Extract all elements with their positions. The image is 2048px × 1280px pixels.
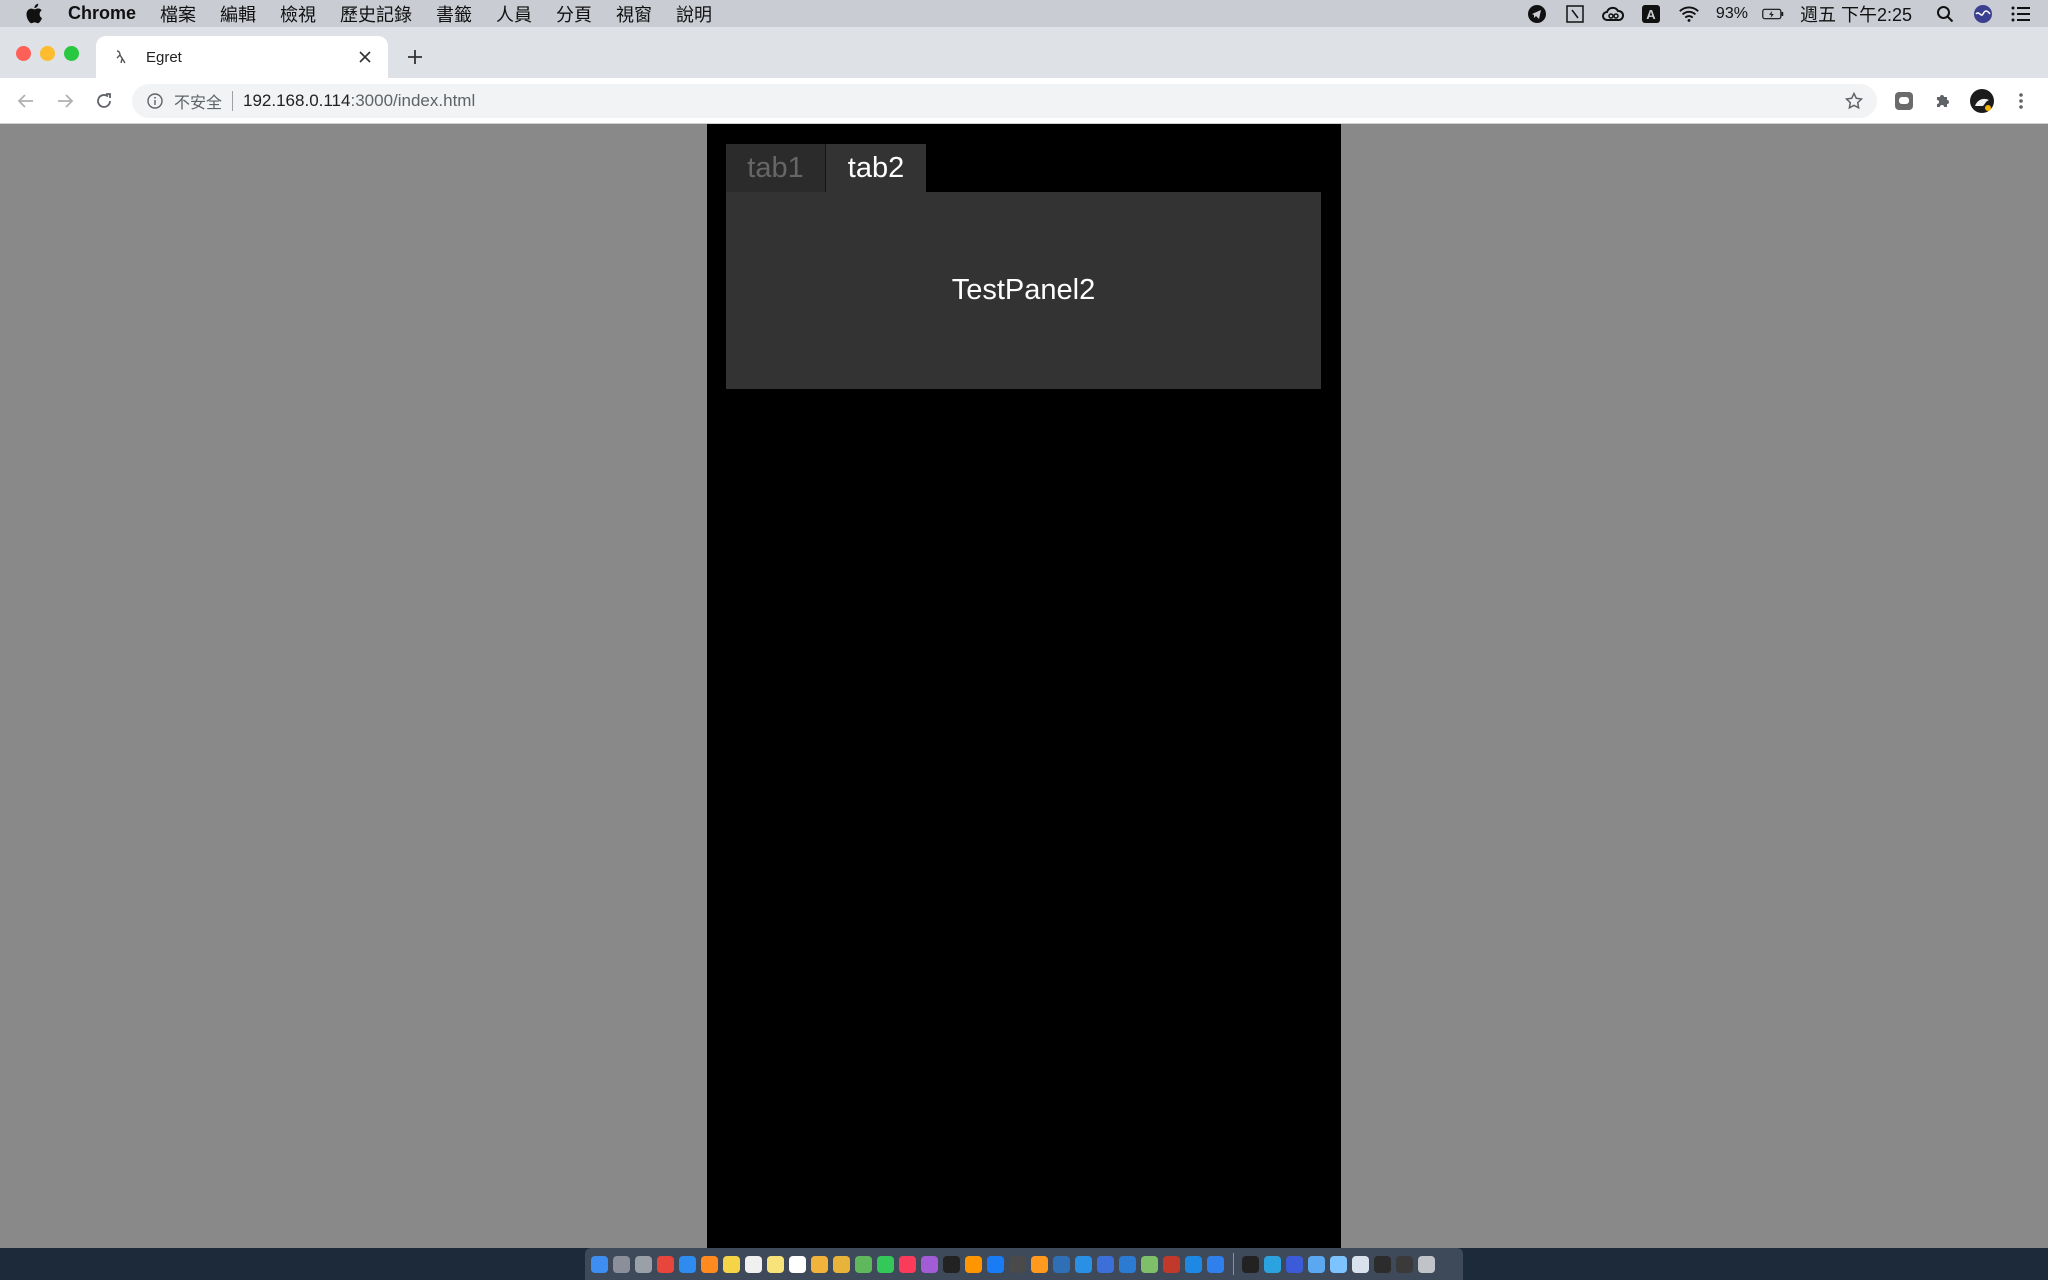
input-method-icon[interactable]: A: [1640, 3, 1662, 25]
dock-music-icon[interactable]: [899, 1255, 916, 1273]
dock-telegram-icon[interactable]: [1264, 1255, 1281, 1273]
menu-tab[interactable]: 分頁: [556, 1, 592, 27]
url-host: 192.168.0.114: [243, 91, 351, 110]
bookmark-star-icon[interactable]: [1843, 90, 1865, 112]
dock-divider: [1233, 1253, 1234, 1275]
extensions-puzzle-icon[interactable]: [1930, 88, 1956, 114]
menu-history[interactable]: 歷史記錄: [340, 1, 412, 27]
menu-help[interactable]: 說明: [676, 1, 712, 27]
test-panel: TestPanel2: [726, 192, 1321, 389]
menu-bar: Chrome 檔案 編輯 檢視 歷史記錄 書籤 人員 分頁 視窗 說明 A 93…: [0, 0, 2048, 27]
browser-toolbar: 不安全 192.168.0.114 :3000/index.html: [0, 78, 2048, 124]
dock-xcode-icon[interactable]: [1075, 1255, 1092, 1273]
chrome-menu-icon[interactable]: [2008, 88, 2034, 114]
apple-logo-icon[interactable]: [24, 3, 44, 25]
dock-trash-icon[interactable]: [1418, 1255, 1435, 1273]
address-bar[interactable]: 不安全 192.168.0.114 :3000/index.html: [132, 84, 1877, 118]
dock-sublime-text-icon[interactable]: [1031, 1255, 1048, 1273]
dock-safari-icon[interactable]: [679, 1255, 696, 1273]
dock-apple-tv-icon[interactable]: [943, 1255, 960, 1273]
dock-reminders-icon[interactable]: [789, 1255, 806, 1273]
not-secure-label[interactable]: 不安全: [174, 89, 222, 113]
dock-mail-icon[interactable]: [1352, 1255, 1369, 1273]
dock-launchpad-icon[interactable]: [613, 1255, 630, 1273]
browser-tab-egret[interactable]: Egret: [96, 36, 388, 78]
dock-folder-icon[interactable]: [1308, 1255, 1325, 1273]
reload-icon[interactable]: [91, 88, 117, 114]
back-arrow-icon[interactable]: [13, 88, 39, 114]
dock-calendar-icon[interactable]: [745, 1255, 762, 1273]
site-info-icon[interactable]: [146, 92, 164, 110]
profile-avatar[interactable]: [1969, 88, 1995, 114]
dock-network-utility-icon[interactable]: [1141, 1255, 1158, 1273]
window-close-button[interactable]: [16, 46, 31, 61]
game-tab-bar: tab1 tab2: [726, 144, 926, 192]
forward-arrow-icon[interactable]: [52, 88, 78, 114]
dock-chrome-canary-icon[interactable]: [833, 1255, 850, 1273]
dock-terminal-icon[interactable]: [1242, 1255, 1259, 1273]
egret-favicon-icon: [112, 48, 130, 66]
dock-photos-icon[interactable]: [811, 1255, 828, 1273]
dock-simulator-icon[interactable]: [1097, 1255, 1114, 1273]
creative-cloud-icon[interactable]: [1601, 3, 1624, 25]
menu-people[interactable]: 人員: [496, 1, 532, 27]
dock-notes-yellow-icon[interactable]: [767, 1255, 784, 1273]
dock-maps-icon[interactable]: [855, 1255, 872, 1273]
page-viewport: tab1 tab2 TestPanel2: [0, 124, 2048, 1248]
dock-firefox-icon[interactable]: [701, 1255, 718, 1273]
dock-system-preferences-icon[interactable]: [635, 1255, 652, 1273]
menu-app-chrome[interactable]: Chrome: [68, 3, 136, 24]
dock-finder-icon[interactable]: [591, 1255, 608, 1273]
dock-egret-wing-icon[interactable]: [1185, 1255, 1202, 1273]
dock-messages-icon[interactable]: [877, 1255, 894, 1273]
line-extension-icon[interactable]: [1891, 88, 1917, 114]
desktop-bottom: [0, 1248, 2048, 1280]
menu-file[interactable]: 檔案: [160, 1, 196, 27]
dock-chrome-icon[interactable]: [657, 1255, 674, 1273]
dock-sourcetree-icon[interactable]: [1119, 1255, 1136, 1273]
tab-title: Egret: [146, 48, 182, 66]
svg-text:A: A: [1646, 7, 1656, 22]
dock-virtualbox-icon[interactable]: [1053, 1255, 1070, 1273]
dock-xcode-instruments-icon[interactable]: [1286, 1255, 1303, 1273]
dock-books-icon[interactable]: [965, 1255, 982, 1273]
dock-notes-icon[interactable]: [723, 1255, 740, 1273]
notification-center-icon[interactable]: [2010, 3, 2032, 25]
dock-podcasts-icon[interactable]: [921, 1255, 938, 1273]
menu-bookmarks[interactable]: 書籤: [436, 1, 472, 27]
browser-chrome: Egret 不安全 192.168.0.114 :3000/index.html: [0, 27, 2048, 124]
window-minimize-button[interactable]: [40, 46, 55, 61]
window-zoom-button[interactable]: [64, 46, 79, 61]
menu-edit[interactable]: 編輯: [220, 1, 256, 27]
siri-icon[interactable]: [1972, 3, 1994, 25]
game-tab-2[interactable]: tab2: [826, 144, 926, 192]
menu-window[interactable]: 視窗: [616, 1, 652, 27]
dock-filezilla-icon[interactable]: [1163, 1255, 1180, 1273]
wifi-icon[interactable]: [1678, 3, 1700, 25]
egret-status-icon[interactable]: [1564, 3, 1586, 25]
dock-display-icon[interactable]: [1396, 1255, 1413, 1273]
battery-percent: 93%: [1715, 4, 1748, 22]
telegram-status-icon[interactable]: [1526, 3, 1548, 25]
panel-title: TestPanel2: [951, 274, 1096, 306]
new-tab-button[interactable]: [402, 44, 428, 70]
tab-close-icon[interactable]: [354, 46, 376, 68]
battery-icon[interactable]: [1762, 3, 1784, 25]
dock-vscode-icon[interactable]: [1207, 1255, 1224, 1273]
url-path: :3000/index.html: [350, 91, 476, 110]
spotlight-search-icon[interactable]: [1934, 3, 1956, 25]
menu-view[interactable]: 檢視: [280, 1, 316, 27]
game-tab-1[interactable]: tab1: [726, 144, 826, 192]
dock-downloads-icon[interactable]: [1330, 1255, 1347, 1273]
menubar-clock[interactable]: 週五 下午2:25: [1800, 1, 1912, 27]
dock-app-store-icon[interactable]: [987, 1255, 1004, 1273]
egret-stage[interactable]: tab1 tab2 TestPanel2: [707, 124, 1341, 1248]
dock-activity-monitor-icon[interactable]: [1009, 1255, 1026, 1273]
omnibox-separator: [232, 91, 234, 111]
status-area: A 93% 週五 下午2:25: [1526, 0, 2048, 27]
dock: [585, 1248, 1463, 1280]
dock-screen-icon[interactable]: [1374, 1255, 1391, 1273]
